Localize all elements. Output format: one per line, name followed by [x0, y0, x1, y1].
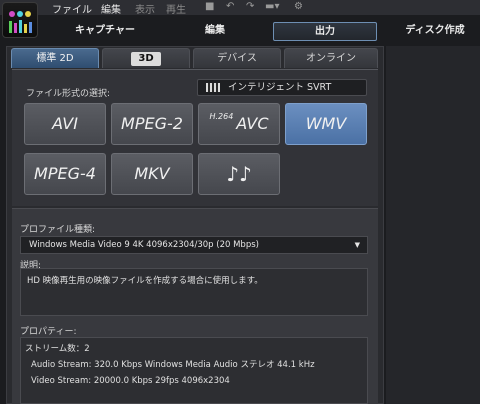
stream-count: ストリーム数：2 — [25, 344, 90, 354]
tab-capture[interactable]: キャプチャー — [50, 22, 160, 39]
description-box: HD 映像再生用の映像ファイルを作成する場合に使用します。 — [20, 268, 368, 316]
three-d-badge: 3D — [131, 52, 161, 66]
media-menu-icon[interactable]: ▬▾ — [265, 1, 279, 12]
description-text: HD 映像再生用の映像ファイルを作成する場合に使用します。 — [27, 276, 263, 286]
tab-edit[interactable]: 編集 — [175, 22, 255, 39]
format-audio-button[interactable]: ♪♪ — [198, 153, 280, 195]
format-label: ファイル形式の選択: — [26, 89, 111, 99]
format-mpeg4-button[interactable]: MPEG-4 — [24, 153, 106, 195]
format-avi-button[interactable]: AVI — [24, 103, 106, 145]
tab-online[interactable]: オンライン — [284, 48, 378, 68]
menu-edit[interactable]: 編集 — [101, 1, 121, 16]
tab-standard-2d[interactable]: 標準 2D — [11, 48, 99, 68]
app-logo — [2, 2, 38, 38]
tab-disc[interactable]: ディスク作成 — [390, 22, 480, 39]
menu-bar: ファイル 編集 表示 再生 ■ ↶ ↷ ▬▾ ⚙ — [0, 0, 480, 16]
menu-file[interactable]: ファイル — [52, 1, 92, 16]
save-icon[interactable]: ■ — [205, 1, 214, 12]
format-wmv-button[interactable]: WMV — [285, 103, 367, 145]
profile-select[interactable]: Windows Media Video 9 4K 4096x2304/30p (… — [20, 236, 368, 254]
preview-pane — [386, 46, 480, 404]
video-stream-info: Video Stream: 20000.0 Kbps 29fps 4096x23… — [31, 376, 230, 386]
tab-3d[interactable]: 3D — [102, 48, 190, 68]
tab-output[interactable]: 出力 — [273, 22, 377, 41]
menu-play[interactable]: 再生 — [166, 1, 186, 16]
svrt-button[interactable]: インテリジェント SVRT — [197, 79, 367, 96]
format-mkv-button[interactable]: MKV — [111, 153, 193, 195]
redo-icon[interactable]: ↷ — [246, 1, 254, 12]
avc-label: AVC — [236, 114, 269, 133]
gear-icon[interactable]: ⚙ — [294, 1, 303, 12]
format-h264-button[interactable]: H.264 AVC — [198, 103, 280, 145]
format-mpeg2-button[interactable]: MPEG-2 — [111, 103, 193, 145]
dropdown-arrow-icon: ▼ — [354, 241, 360, 249]
menu-view[interactable]: 表示 — [135, 1, 155, 16]
h264-superscript: H.264 — [209, 112, 234, 121]
profile-value: Windows Media Video 9 4K 4096x2304/30p (… — [29, 240, 259, 250]
svrt-label: インテリジェント SVRT — [228, 82, 332, 93]
properties-label: プロパティー: — [20, 327, 77, 337]
profile-label: プロファイル種類: — [20, 225, 96, 235]
undo-icon[interactable]: ↶ — [226, 1, 234, 12]
audio-stream-info: Audio Stream: 320.0 Kbps Windows Media A… — [31, 360, 315, 370]
tab-device[interactable]: デバイス — [193, 48, 281, 68]
svrt-icon — [206, 83, 220, 92]
properties-box: ストリーム数：2 Audio Stream: 320.0 Kbps Window… — [20, 337, 368, 404]
main-tab-bar: キャプチャー 編集 出力 ディスク作成 — [40, 18, 480, 42]
